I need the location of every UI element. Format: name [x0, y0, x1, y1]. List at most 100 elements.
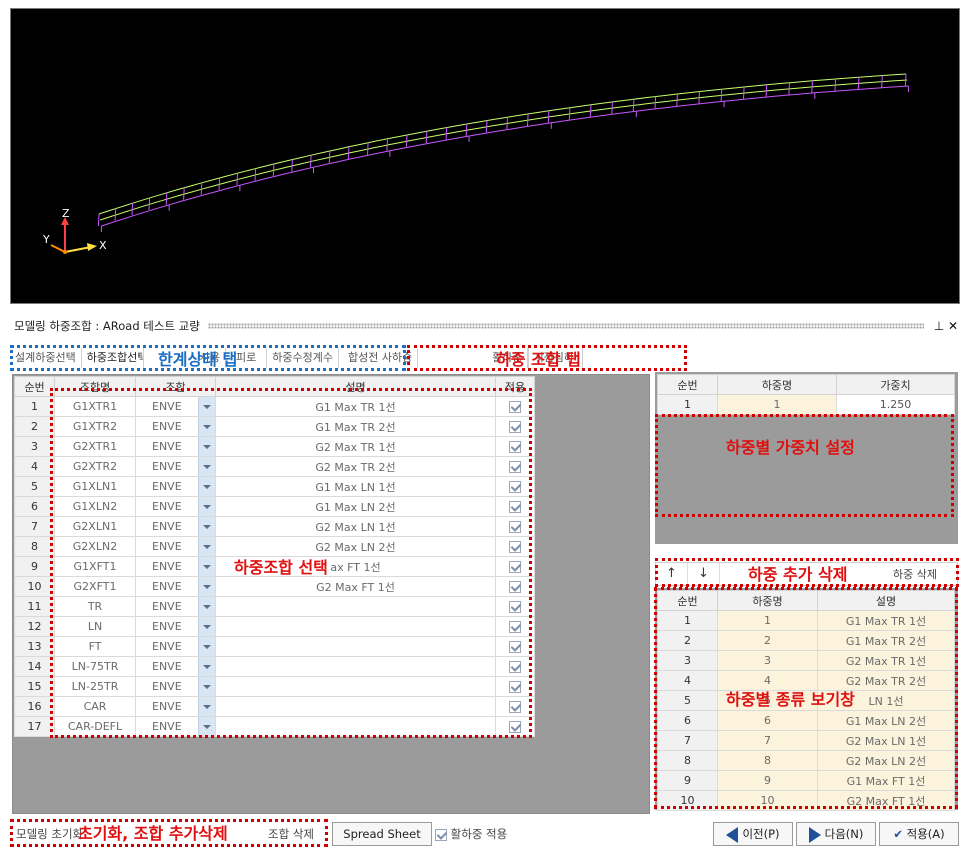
cross-beam: [386, 138, 388, 151]
load-weight-table: 순번 하중명 가중치 1 1 1.250: [657, 374, 955, 415]
annotation-reset-combo: 초기화, 조합 추가삭제: [78, 824, 228, 843]
row-no: 12: [14, 616, 55, 637]
axis-label-y: Y: [42, 233, 50, 246]
col-no[interactable]: 순번: [657, 374, 718, 395]
annotation-load-type-view: 하중별 종류 보기창: [726, 690, 855, 709]
bridge-model-drawing: Z X Y: [42, 73, 909, 254]
next-button[interactable]: 다음(N): [796, 822, 876, 846]
model-viewport[interactable]: Z X Y: [10, 8, 960, 304]
cross-beam: [743, 86, 745, 100]
live-load-apply-checkbox[interactable]: 활하중 적용: [435, 826, 507, 842]
annotation-weight-setting: 하중별 가중치 설정: [726, 438, 855, 457]
axis-label-x: X: [99, 239, 107, 252]
cross-beam: [506, 117, 508, 130]
check-icon: ✔: [893, 827, 903, 841]
cross-beam: [218, 177, 221, 190]
row-no: 6: [14, 496, 55, 517]
girder-line: [101, 85, 909, 227]
cross-beam: [811, 80, 813, 93]
panel-grip[interactable]: [207, 323, 924, 329]
col-no[interactable]: 순번: [14, 376, 55, 397]
row-no: 3: [14, 436, 55, 457]
row-no: 10: [14, 576, 55, 597]
prev-button-label: 이전(P): [742, 827, 780, 841]
row-no: 5: [14, 476, 55, 497]
cross-beam: [485, 120, 488, 133]
cross-beam: [310, 155, 312, 168]
row-no: 16: [14, 696, 55, 717]
cross-beam: [131, 203, 134, 216]
cross-beam: [654, 96, 657, 109]
cross-beam: [527, 113, 529, 127]
cross-beam: [589, 104, 592, 117]
girder-line: [100, 79, 908, 221]
col-weight[interactable]: 가중치: [836, 374, 955, 395]
row-no: 15: [14, 676, 55, 697]
cross-beam: [445, 127, 448, 140]
annotation-combo-select: 하중조합 선택: [234, 558, 328, 577]
annotation-limit-state-tab: 한계상태 탭: [158, 350, 238, 369]
axis-label-z: Z: [62, 207, 70, 220]
cross-beam: [698, 91, 700, 104]
spreadsheet-button[interactable]: Spread Sheet: [332, 822, 432, 846]
table-row[interactable]: 1 1 1.250: [657, 394, 955, 415]
arrow-left-icon: [726, 826, 739, 843]
cross-beam: [676, 93, 678, 107]
panel-title: 모델링 하중조합 : ARoad 테스트 교량: [14, 319, 200, 333]
row-no: 2: [14, 416, 55, 437]
row-no: 4: [14, 456, 55, 477]
cross-beam: [254, 168, 257, 181]
pin-icon[interactable]: ⊥: [932, 319, 946, 333]
annotation-box-weight-setting: [655, 414, 954, 517]
row-no: 13: [14, 636, 55, 657]
cross-beam: [367, 142, 369, 155]
next-button-label: 다음(N): [824, 827, 864, 841]
load-name-cell[interactable]: 1: [717, 394, 837, 415]
col-load-name[interactable]: 하중명: [717, 374, 837, 395]
panel-header: 모델링 하중조합 : ARoad 테스트 교량 ⊥ ✕: [10, 316, 960, 336]
cross-beam: [114, 208, 117, 221]
annotation-load-combo-tab: 하중 조합 탭: [496, 350, 581, 369]
row-no: 8: [14, 536, 55, 557]
cross-beam: [568, 107, 571, 120]
cross-beam: [291, 159, 293, 172]
prev-button[interactable]: 이전(P): [713, 822, 793, 846]
cross-beam: [788, 82, 790, 95]
row-no: 17: [14, 716, 55, 737]
cross-beam: [611, 101, 613, 115]
annotation-load-add-delete: 하중 추가 삭제: [748, 565, 848, 584]
cross-beam: [328, 150, 331, 164]
cross-beam: [547, 110, 550, 123]
row-no: 11: [14, 596, 55, 617]
checkbox-icon: [435, 828, 447, 841]
cross-beam: [405, 134, 408, 147]
table-header: 순번 하중명 가중치: [657, 374, 955, 395]
cross-beam: [834, 78, 837, 92]
cross-beam: [236, 173, 238, 186]
cross-beam: [272, 163, 275, 177]
row-no: 14: [14, 656, 55, 677]
arrow-right-icon: [808, 826, 821, 843]
weight-cell[interactable]: 1.250: [836, 394, 955, 415]
row-no: 1: [14, 396, 55, 417]
cross-beam: [347, 146, 350, 159]
cross-beam: [465, 123, 468, 137]
apply-button[interactable]: ✔ 적용(A): [879, 822, 959, 846]
cross-beam: [632, 99, 635, 112]
cross-beam: [904, 73, 907, 87]
close-icon[interactable]: ✕: [946, 319, 960, 333]
cross-beam: [97, 213, 100, 227]
row-no: 9: [14, 556, 55, 577]
apply-button-label: 적용(A): [906, 827, 945, 841]
cross-beam: [765, 84, 768, 97]
row-no: 1: [657, 394, 718, 415]
cross-beam: [720, 89, 723, 102]
cross-beam: [425, 131, 428, 144]
cross-beam: [857, 77, 860, 90]
axis-triad: Z X Y: [42, 207, 107, 254]
cross-beam: [148, 197, 151, 211]
row-no: 7: [14, 516, 55, 537]
cross-beam: [165, 192, 168, 205]
cross-beam: [881, 75, 883, 88]
cross-beam: [200, 182, 203, 195]
